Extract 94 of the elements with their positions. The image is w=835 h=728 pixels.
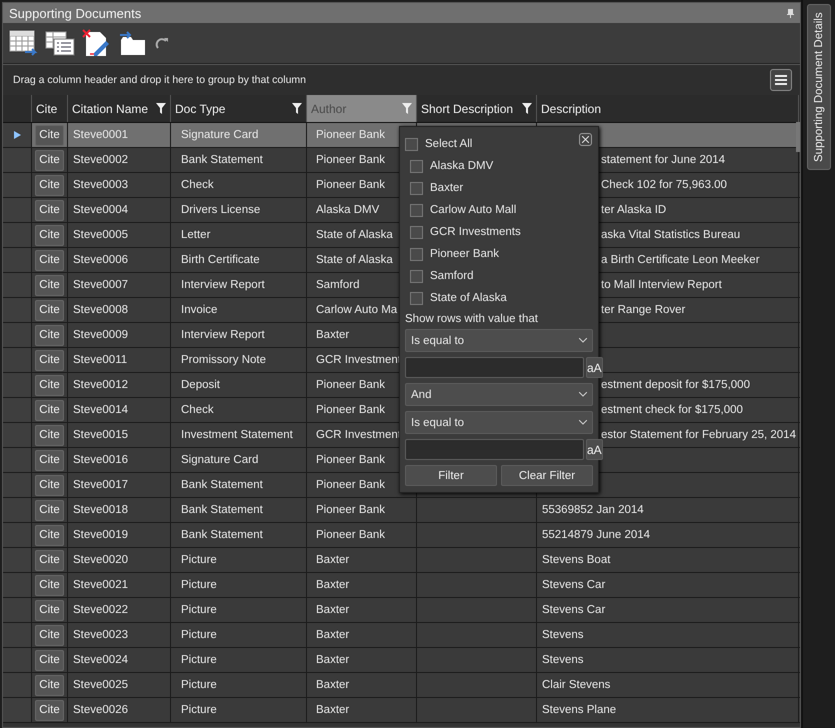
table-cell: Bank Statement xyxy=(181,529,263,541)
table-cell: Steve0026 xyxy=(73,704,128,716)
table-cell: Steve0015 xyxy=(73,429,128,441)
table-cell: Steve0003 xyxy=(73,179,128,191)
table-cell: Drivers License xyxy=(181,204,260,216)
table-cell: Stevens Car xyxy=(542,579,606,591)
table-cell: Pioneer Bank xyxy=(316,154,386,166)
table-cell: Baxter xyxy=(316,329,350,341)
table-cell: Stevens Car xyxy=(542,604,606,616)
table-cell: Stevens xyxy=(542,629,584,641)
table-cell: Interview Report xyxy=(181,279,265,291)
table-cell: Picture xyxy=(181,579,217,591)
table-cell: Promissory Note xyxy=(181,354,266,366)
table-cell: Steve0021 xyxy=(73,579,128,591)
table-cell: Steve0006 xyxy=(73,254,128,266)
table-cell: Picture xyxy=(181,704,217,716)
table-cell: Baxter xyxy=(316,654,350,666)
table-cell: Invoice xyxy=(181,304,218,316)
table-cell: Check 102 for 75,963.00 xyxy=(601,179,727,191)
table-cell: Check xyxy=(181,179,214,191)
table-cell: Pioneer Bank xyxy=(316,529,386,541)
table-cell: ter Alaska ID xyxy=(601,204,666,216)
table-cell: Steve0020 xyxy=(73,554,128,566)
table-cell: Steve0016 xyxy=(73,454,128,466)
table-cell: Pioneer Bank xyxy=(316,479,386,491)
table-cell: 55369852 Jan 2014 xyxy=(542,504,644,516)
table-cell: Steve0002 xyxy=(73,154,128,166)
panel-title: Supporting Documents xyxy=(3,3,800,23)
table-cell: Steve0024 xyxy=(73,654,128,666)
table-cell: ter Range Rover xyxy=(601,304,686,316)
table-cell: Investment Statement xyxy=(181,429,293,441)
table-cell: Steve0018 xyxy=(73,504,128,516)
table-cell: Steve0009 xyxy=(73,329,128,341)
table-cell: Stevens xyxy=(542,654,584,666)
table-cell: Baxter xyxy=(316,629,350,641)
table-cell: Steve0007 xyxy=(73,279,128,291)
table-cell: Picture xyxy=(181,629,217,641)
table-cell: Picture xyxy=(181,554,217,566)
table-cell: a Birth Certificate Leon Meeker xyxy=(601,254,760,266)
table-cell: Steve0017 xyxy=(73,479,128,491)
table-cell: Pioneer Bank xyxy=(316,504,386,516)
condition-label: Show rows with value that xyxy=(405,313,539,325)
table-cell: Steve0005 xyxy=(73,229,128,241)
table-cell: Signature Card xyxy=(181,454,258,466)
table-cell: Steve0004 xyxy=(73,204,128,216)
table-cell: Picture xyxy=(181,654,217,666)
table-cell: estment check for $175,000 xyxy=(601,404,743,416)
table-cell: Samford xyxy=(316,279,360,291)
group-by-hint: Drag a column header and drop it here to group by that column xyxy=(13,74,306,86)
table-cell: Pioneer Bank xyxy=(316,454,386,466)
table-cell: Pioneer Bank xyxy=(316,379,386,391)
table-cell: Steve0022 xyxy=(73,604,128,616)
table-cell: Baxter xyxy=(316,579,350,591)
table-cell: Bank Statement xyxy=(181,504,263,516)
table-cell: State of Alaska xyxy=(316,254,393,266)
table-cell: Steve0023 xyxy=(73,629,128,641)
table-cell: aska Vital Statistics Bureau xyxy=(601,229,740,241)
table-cell: Carlow Auto Ma xyxy=(316,304,398,316)
table-cell: Pioneer Bank xyxy=(316,129,386,141)
table-cell: Pioneer Bank xyxy=(316,404,386,416)
table-cell: Steve0012 xyxy=(73,379,128,391)
table-cell: GCR Investment xyxy=(316,429,401,441)
table-cell: Steve0011 xyxy=(73,354,128,366)
table-cell: Baxter xyxy=(316,704,350,716)
table-cell: Steve0014 xyxy=(73,404,128,416)
table-cell: Picture xyxy=(181,604,217,616)
table-cell: Pioneer Bank xyxy=(316,179,386,191)
table-cell: Baxter xyxy=(316,679,350,691)
table-cell: Steve0019 xyxy=(73,529,128,541)
table-cell: Signature Card xyxy=(181,129,258,141)
table-cell: GCR Investment xyxy=(316,354,401,366)
table-cell: Check xyxy=(181,404,214,416)
table-cell: 55214879 June 2014 xyxy=(542,529,650,541)
table-cell: Stevens Plane xyxy=(542,704,616,716)
table-cell: Steve0001 xyxy=(73,129,128,141)
table-cell: Clair Stevens xyxy=(542,679,610,691)
table-cell: Picture xyxy=(181,679,217,691)
table-cell: estment deposit for $175,000 xyxy=(601,379,750,391)
table-cell: Bank Statement xyxy=(181,479,263,491)
table-cell: Bank Statement xyxy=(181,154,263,166)
table-cell: Interview Report xyxy=(181,329,265,341)
table-cell: Steve0008 xyxy=(73,304,128,316)
table-cell: Stevens Boat xyxy=(542,554,610,566)
table-cell: Alaska DMV xyxy=(316,204,380,216)
table-cell: to Mall Interview Report xyxy=(601,279,722,291)
table-cell: Letter xyxy=(181,229,210,241)
table-cell: Baxter xyxy=(316,604,350,616)
table-cell: estor Statement for February 25, 2014 xyxy=(601,429,796,441)
table-cell: State of Alaska xyxy=(316,229,393,241)
table-cell: Deposit xyxy=(181,379,220,391)
table-cell: Birth Certificate xyxy=(181,254,260,266)
table-cell: Baxter xyxy=(316,554,350,566)
table-cell: statement for June 2014 xyxy=(601,154,726,166)
table-cell: Steve0025 xyxy=(73,679,128,691)
